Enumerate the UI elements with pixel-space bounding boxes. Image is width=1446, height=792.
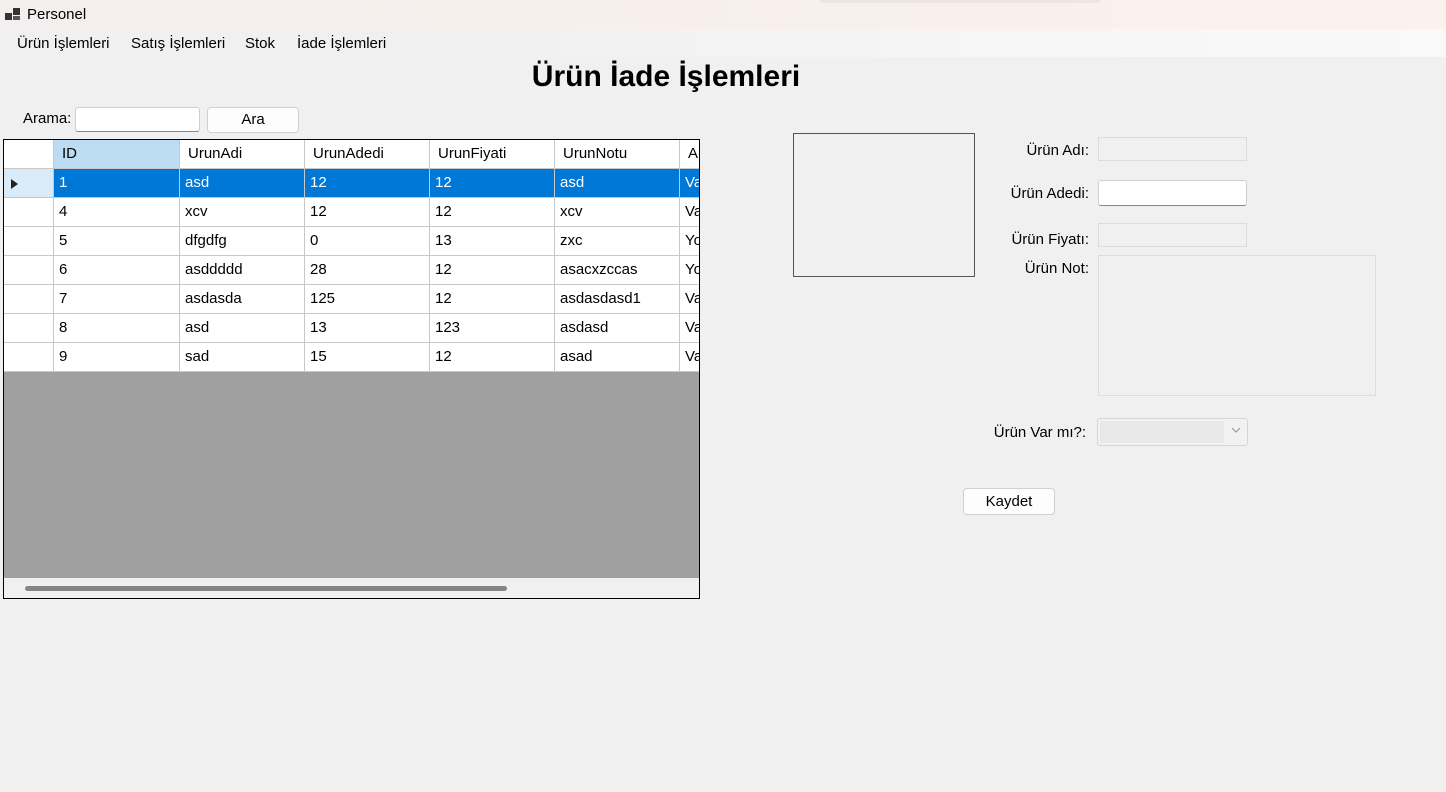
cell-urunadi[interactable]: sad [180,343,305,372]
table-row[interactable]: 6 asddddd 28 12 asacxzccas Yo [4,256,699,285]
search-button[interactable]: Ara [207,107,299,133]
cell-a[interactable]: Yo [680,256,699,285]
cell-urunadedi[interactable]: 15 [305,343,430,372]
cell-urunadedi[interactable]: 12 [305,169,430,198]
cell-urunnotu[interactable]: asdasd [555,314,680,343]
table-row[interactable]: 1 asd 12 12 asd Va [4,169,699,198]
search-input[interactable] [75,107,200,132]
cell-urunnotu[interactable]: asacxzccas [555,256,680,285]
menu-satis-islemleri[interactable]: Satış İşlemleri [131,35,225,52]
page-title: Ürün İade İşlemleri [531,60,801,93]
urun-adi-label: Ürün Adı: [1026,142,1089,159]
table-row[interactable]: 8 asd 13 123 asdasd Va [4,314,699,343]
cell-urunfiyati[interactable]: 12 [430,343,555,372]
column-header-urunadedi[interactable]: UrunAdedi [305,140,430,169]
urun-var-mi-value [1100,421,1224,443]
column-header-a[interactable]: A [680,140,699,169]
column-header-id[interactable]: ID [54,140,180,169]
cell-urunadi[interactable]: xcv [180,198,305,227]
cell-id[interactable]: 4 [54,198,180,227]
cell-urunadi[interactable]: asd [180,314,305,343]
row-pointer-icon [11,179,18,189]
cell-urunnotu[interactable]: zxc [555,227,680,256]
table-row[interactable]: 5 dfgdfg 0 13 zxc Yo [4,227,699,256]
cell-urunadedi[interactable]: 0 [305,227,430,256]
menu-bar: Ürün İşlemleri Satış İşlemleri Stok İade… [0,29,1446,57]
urun-adedi-label: Ürün Adedi: [1010,185,1089,202]
cell-urunnotu[interactable]: asdasdasd1 [555,285,680,314]
cell-urunfiyati[interactable]: 12 [430,169,555,198]
table-row[interactable]: 9 sad 15 12 asad Va [4,343,699,372]
cell-urunnotu[interactable]: xcv [555,198,680,227]
search-label: Arama: [23,110,72,127]
urun-var-mi-select[interactable] [1097,418,1248,446]
row-header[interactable] [4,169,54,198]
row-header[interactable] [4,343,54,372]
cell-urunfiyati[interactable]: 123 [430,314,555,343]
product-picture-box [793,133,975,277]
urun-fiyati-label: Ürün Fiyatı: [1011,231,1089,248]
urun-var-mi-label: Ürün Var mı?: [993,424,1086,441]
urun-not-field[interactable] [1098,255,1376,396]
table-row[interactable]: 7 asdasda 125 12 asdasdasd1 Va [4,285,699,314]
cell-id[interactable]: 5 [54,227,180,256]
data-grid[interactable]: ID UrunAdi UrunAdedi UrunFiyati UrunNotu… [3,139,700,599]
urun-adi-field[interactable] [1098,137,1247,161]
cell-id[interactable]: 7 [54,285,180,314]
cell-urunadi[interactable]: asddddd [180,256,305,285]
row-header[interactable] [4,256,54,285]
column-header-urunnotu[interactable]: UrunNotu [555,140,680,169]
cell-urunfiyati[interactable]: 12 [430,256,555,285]
cell-urunnotu[interactable]: asad [555,343,680,372]
row-header[interactable] [4,285,54,314]
cell-a[interactable]: Yo [680,227,699,256]
cell-urunadedi[interactable]: 28 [305,256,430,285]
row-header[interactable] [4,314,54,343]
chevron-down-icon [1231,423,1241,437]
cell-urunadedi[interactable]: 12 [305,198,430,227]
cell-id[interactable]: 8 [54,314,180,343]
cell-urunadi[interactable]: dfgdfg [180,227,305,256]
cell-id[interactable]: 6 [54,256,180,285]
table-row[interactable]: 4 xcv 12 12 xcv Va [4,198,699,227]
cell-a[interactable]: Va [680,314,699,343]
cell-a[interactable]: Va [680,285,699,314]
cell-a[interactable]: Va [680,169,699,198]
column-header-urunadi[interactable]: UrunAdi [180,140,305,169]
menu-iade-islemleri[interactable]: İade İşlemleri [297,35,386,52]
grid-corner-header[interactable] [4,140,54,169]
app-windows-icon [5,8,20,20]
row-header[interactable] [4,198,54,227]
cell-urunnotu[interactable]: asd [555,169,680,198]
menu-urun-islemleri[interactable]: Ürün İşlemleri [17,35,110,52]
row-header[interactable] [4,227,54,256]
urun-not-label: Ürün Not: [1024,260,1089,277]
cell-urunfiyati[interactable]: 13 [430,227,555,256]
save-button[interactable]: Kaydet [963,488,1055,515]
grid-header: ID UrunAdi UrunAdedi UrunFiyati UrunNotu… [4,140,699,169]
cell-urunadi[interactable]: asd [180,169,305,198]
cell-urunadi[interactable]: asdasda [180,285,305,314]
horizontal-scrollbar[interactable] [4,578,699,598]
cell-urunadedi[interactable]: 125 [305,285,430,314]
urun-fiyati-field[interactable] [1098,223,1247,247]
cell-a[interactable]: Va [680,343,699,372]
window-title: Personel [27,6,87,23]
cell-urunadedi[interactable]: 13 [305,314,430,343]
cell-id[interactable]: 9 [54,343,180,372]
cell-urunfiyati[interactable]: 12 [430,198,555,227]
cell-id[interactable]: 1 [54,169,180,198]
title-bar-shadow [820,0,1100,3]
title-bar: Personel [0,0,1446,29]
column-header-urunfiyati[interactable]: UrunFiyati [430,140,555,169]
urun-adedi-field[interactable] [1098,180,1247,206]
menu-stok[interactable]: Stok [245,35,275,52]
cell-urunfiyati[interactable]: 12 [430,285,555,314]
scrollbar-thumb[interactable] [25,586,507,591]
cell-a[interactable]: Va [680,198,699,227]
